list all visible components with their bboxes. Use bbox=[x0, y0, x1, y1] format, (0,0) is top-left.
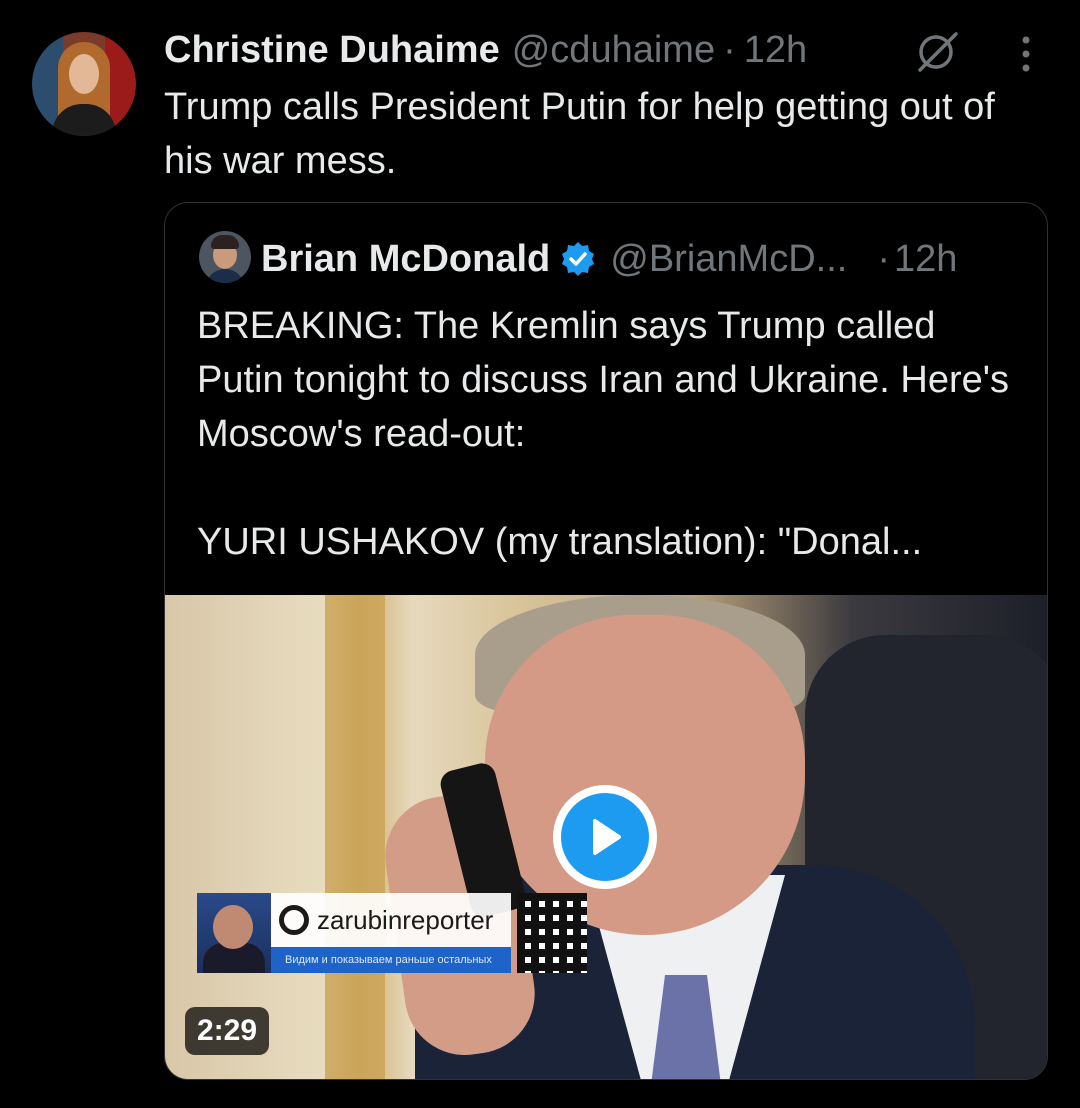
verified-badge-icon bbox=[562, 242, 595, 276]
overlay-presenter-image bbox=[197, 893, 271, 973]
quoted-tweet-timestamp[interactable]: 12h bbox=[894, 235, 957, 283]
tweet-timestamp[interactable]: 12h bbox=[744, 26, 807, 74]
overlay-tagline: Видим и показываем раньше остальных bbox=[271, 947, 511, 973]
author-name[interactable]: Christine Duhaime bbox=[164, 26, 500, 74]
grok-icon[interactable] bbox=[912, 30, 960, 74]
quoted-author-handle[interactable]: @BrianMcD... bbox=[610, 235, 847, 283]
tweet[interactable]: Christine Duhaime @cduhaime · 12h Trump … bbox=[0, 0, 1080, 1108]
separator-dot: · bbox=[877, 238, 890, 280]
play-icon bbox=[593, 819, 621, 855]
quoted-tweet-header: Brian McDonald @BrianMcD... · 12h bbox=[261, 235, 957, 283]
channel-logo-icon bbox=[279, 905, 309, 935]
qr-code-icon bbox=[517, 893, 587, 973]
tweet-header: Christine Duhaime @cduhaime · 12h bbox=[164, 26, 807, 74]
quoted-author-avatar[interactable] bbox=[199, 231, 251, 283]
quoted-tweet-text: BREAKING: The Kremlin says Trump called … bbox=[197, 305, 1010, 563]
author-handle[interactable]: @cduhaime bbox=[512, 26, 715, 74]
quoted-author-name[interactable]: Brian McDonald bbox=[261, 235, 550, 283]
play-button[interactable] bbox=[553, 785, 657, 889]
quoted-tweet[interactable]: Brian McDonald @BrianMcD... · 12h BREAKI… bbox=[164, 202, 1048, 1080]
video-watermark-overlay: zarubinreporter Видим и показываем раньш… bbox=[197, 893, 587, 973]
more-icon[interactable] bbox=[1014, 34, 1038, 74]
video-duration: 2:29 bbox=[185, 1007, 270, 1055]
separator-dot: · bbox=[723, 29, 736, 71]
overlay-channel-name: zarubinreporter bbox=[317, 904, 494, 935]
tweet-text: Trump calls President Putin for help get… bbox=[164, 86, 995, 182]
video-player[interactable]: zarubinreporter Видим и показываем раньш… bbox=[165, 595, 1047, 1079]
author-avatar[interactable] bbox=[32, 32, 136, 136]
